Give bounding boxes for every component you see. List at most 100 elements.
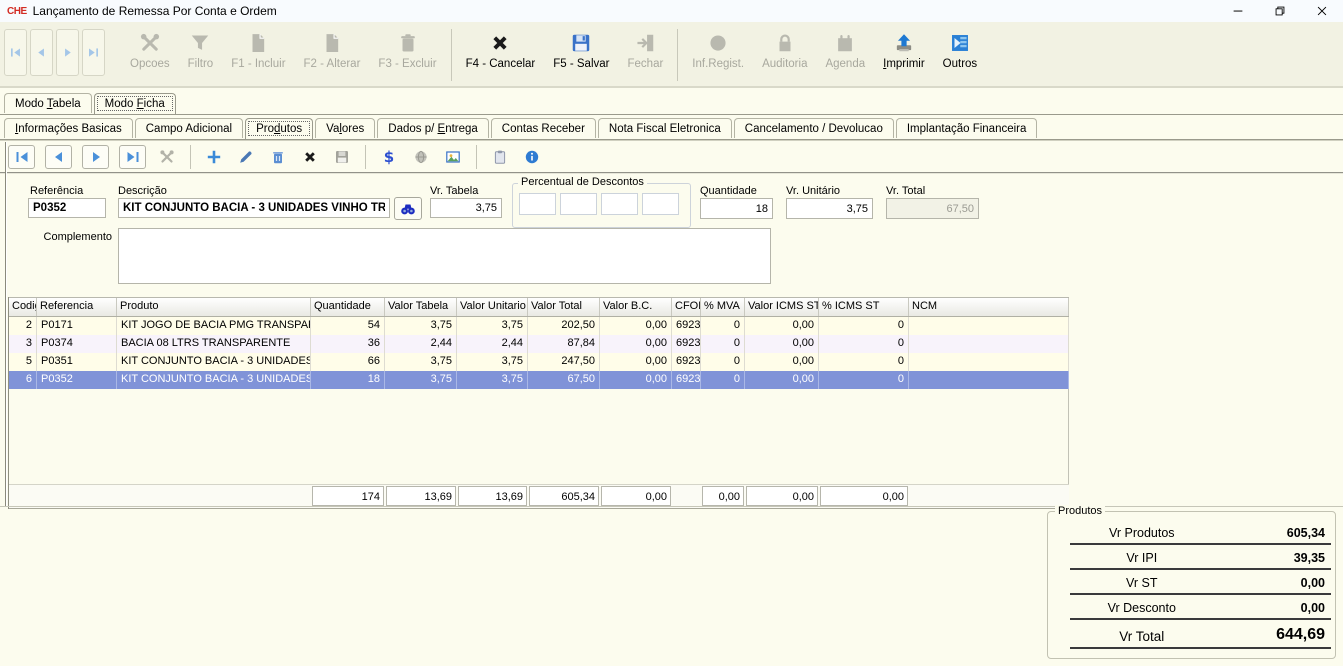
close-icon[interactable] — [1301, 0, 1343, 22]
document-icon — [321, 30, 343, 56]
complemento-label: Complemento — [28, 231, 112, 243]
filter-icon — [189, 30, 211, 56]
vr-unitario-field[interactable] — [786, 198, 873, 219]
toolbar-button-f2-alterar[interactable]: F2 - Alterar — [295, 29, 370, 71]
toolbar-button-label: F3 - Excluir — [378, 58, 436, 70]
grid-column-header[interactable]: Valor ICMS ST — [745, 298, 819, 316]
rec-paste-button[interactable] — [489, 145, 511, 169]
tab-contas-receber[interactable]: Contas Receber — [491, 118, 596, 138]
tab-implantacao-financeira[interactable]: Implantação Financeira — [896, 118, 1038, 138]
rec-next-button[interactable] — [82, 145, 109, 169]
print-icon — [893, 30, 915, 56]
tab-dados-p-entrega[interactable]: Dados p/ Entrega — [377, 118, 489, 138]
grid-cell: 0,00 — [600, 371, 672, 389]
toolbar-button-label: Opcoes — [130, 58, 170, 70]
vr-tabela-field[interactable] — [430, 198, 502, 218]
grid-column-header[interactable]: % MVA — [701, 298, 745, 316]
descricao-field[interactable] — [118, 198, 390, 218]
rec-picture-button[interactable] — [442, 145, 464, 169]
percentual-desconto-field-2[interactable] — [560, 193, 597, 215]
rec-delete-button[interactable] — [267, 145, 289, 169]
tab-nota-fiscal-eletronica[interactable]: Nota Fiscal Eletronica — [598, 118, 732, 138]
rec-cancel-button[interactable] — [299, 145, 321, 169]
grid-cell: 66 — [311, 353, 385, 371]
toolbar-button-f4-cancelar[interactable]: F4 - Cancelar — [457, 29, 545, 71]
grid-cell: 0,00 — [600, 335, 672, 353]
rec-save-button[interactable] — [331, 145, 353, 169]
quantidade-field[interactable] — [700, 198, 773, 219]
cancel-x-icon — [302, 149, 318, 165]
grid-column-header[interactable]: Valor B.C. — [600, 298, 672, 316]
minimize-icon[interactable] — [1217, 0, 1259, 22]
rec-globe-button[interactable] — [410, 145, 432, 169]
toolbar-button-opcoes[interactable]: Opcoes — [121, 29, 179, 71]
grid-cell: 6923 — [672, 335, 701, 353]
search-binoculars-button[interactable] — [394, 197, 422, 220]
toolbar-button-auditoria[interactable]: Auditoria — [753, 29, 816, 71]
rec-money-button[interactable]: $ — [378, 145, 400, 169]
toolbar-button-imprimir[interactable]: Imprimir — [874, 29, 934, 71]
nav-next-button[interactable] — [56, 29, 79, 76]
nav-first-button[interactable] — [4, 29, 27, 76]
nav-last-button[interactable] — [82, 29, 105, 76]
dollar-icon: $ — [381, 149, 397, 165]
grid-cell: BACIA 08 LTRS TRANSPARENTE — [117, 335, 311, 353]
tab-modo-tabela[interactable]: Modo Tabela — [4, 93, 92, 113]
grid-total-slot: 0,00 — [819, 485, 909, 508]
tab-valores[interactable]: Valores — [315, 118, 375, 138]
grid-column-header[interactable]: Produto — [117, 298, 311, 316]
tab-produtos[interactable]: Produtos — [245, 118, 313, 139]
percentual-desconto-field-1[interactable] — [519, 193, 556, 215]
rec-edit-button[interactable] — [235, 145, 257, 169]
nav-prev-button[interactable] — [30, 29, 53, 76]
grid-column-header[interactable]: Quantidade — [311, 298, 385, 316]
tab-informacoes-basicas[interactable]: Informações Basicas — [4, 118, 133, 138]
grid-column-header[interactable]: CFOP — [672, 298, 701, 316]
vr-unitario-label: Vr. Unitário — [786, 185, 840, 197]
rec-prev-button[interactable] — [45, 145, 72, 169]
rec-first-button[interactable] — [8, 145, 35, 169]
toolbar-button-fechar[interactable]: Fechar — [619, 29, 673, 71]
toolbar-button-outros[interactable]: Outros — [934, 29, 987, 71]
rec-info-button[interactable] — [521, 145, 543, 169]
rec-last-button[interactable] — [119, 145, 146, 169]
tab-modo-ficha[interactable]: Modo Ficha — [94, 93, 176, 114]
toolbar-button-inf-regist[interactable]: Inf.Regist. — [683, 29, 753, 71]
grid-column-header[interactable]: NCM — [909, 298, 1069, 316]
tab-campo-adicional[interactable]: Campo Adicional — [135, 118, 243, 138]
toolbar-button-label: Filtro — [188, 58, 214, 70]
referencia-field[interactable] — [28, 198, 106, 218]
window-controls — [1217, 0, 1343, 22]
grid-column-header[interactable]: Valor Unitario — [457, 298, 528, 316]
toolbar-button-f1-incluir[interactable]: F1 - Incluir — [222, 29, 294, 71]
grid-cell: 18 — [311, 371, 385, 389]
grid-column-header[interactable]: Valor Total — [528, 298, 600, 316]
grid-cell: 2,44 — [385, 335, 457, 353]
svg-text:$: $ — [384, 149, 394, 165]
toolbar-button-label: F4 - Cancelar — [466, 58, 536, 70]
percentual-desconto-field-4[interactable] — [642, 193, 679, 215]
toolbar-button-agenda[interactable]: Agenda — [816, 29, 874, 71]
table-row[interactable]: 2P0171KIT JOGO DE BACIA PMG TRANSPAREN54… — [9, 317, 1069, 335]
grid-cell: 0 — [819, 317, 909, 335]
table-row[interactable]: 3P0374BACIA 08 LTRS TRANSPARENTE362,442,… — [9, 335, 1069, 353]
percentual-desconto-field-3[interactable] — [601, 193, 638, 215]
floppy-gray-icon — [334, 149, 350, 165]
restore-icon[interactable] — [1259, 0, 1301, 22]
rec-add-button[interactable] — [203, 145, 225, 169]
rec-tools-button[interactable] — [156, 145, 178, 169]
grid-column-header[interactable]: % ICMS ST — [819, 298, 909, 316]
tab-cancelamento-devolucao[interactable]: Cancelamento / Devolucao — [734, 118, 894, 138]
complemento-field[interactable] — [118, 228, 771, 284]
vr-tabela-label: Vr. Tabela — [430, 185, 478, 197]
grid-cell: 0,00 — [745, 371, 819, 389]
toolbar-button-f5-salvar[interactable]: F5 - Salvar — [544, 29, 618, 71]
toolbar-button-filtro[interactable]: Filtro — [179, 29, 223, 71]
table-row[interactable]: 5P0351KIT CONJUNTO BACIA - 3 UNIDADES V6… — [9, 353, 1069, 371]
table-row[interactable]: 6P0352KIT CONJUNTO BACIA - 3 UNIDADES V1… — [9, 371, 1069, 389]
toolbar-button-f3-excluir[interactable]: F3 - Excluir — [369, 29, 445, 71]
grid-column-header[interactable]: Codig — [9, 298, 37, 316]
grid-column-header[interactable]: Referencia — [37, 298, 117, 316]
grid-column-header[interactable]: Valor Tabela — [385, 298, 457, 316]
summary-row: Vr IPI39,35 — [1070, 545, 1331, 570]
